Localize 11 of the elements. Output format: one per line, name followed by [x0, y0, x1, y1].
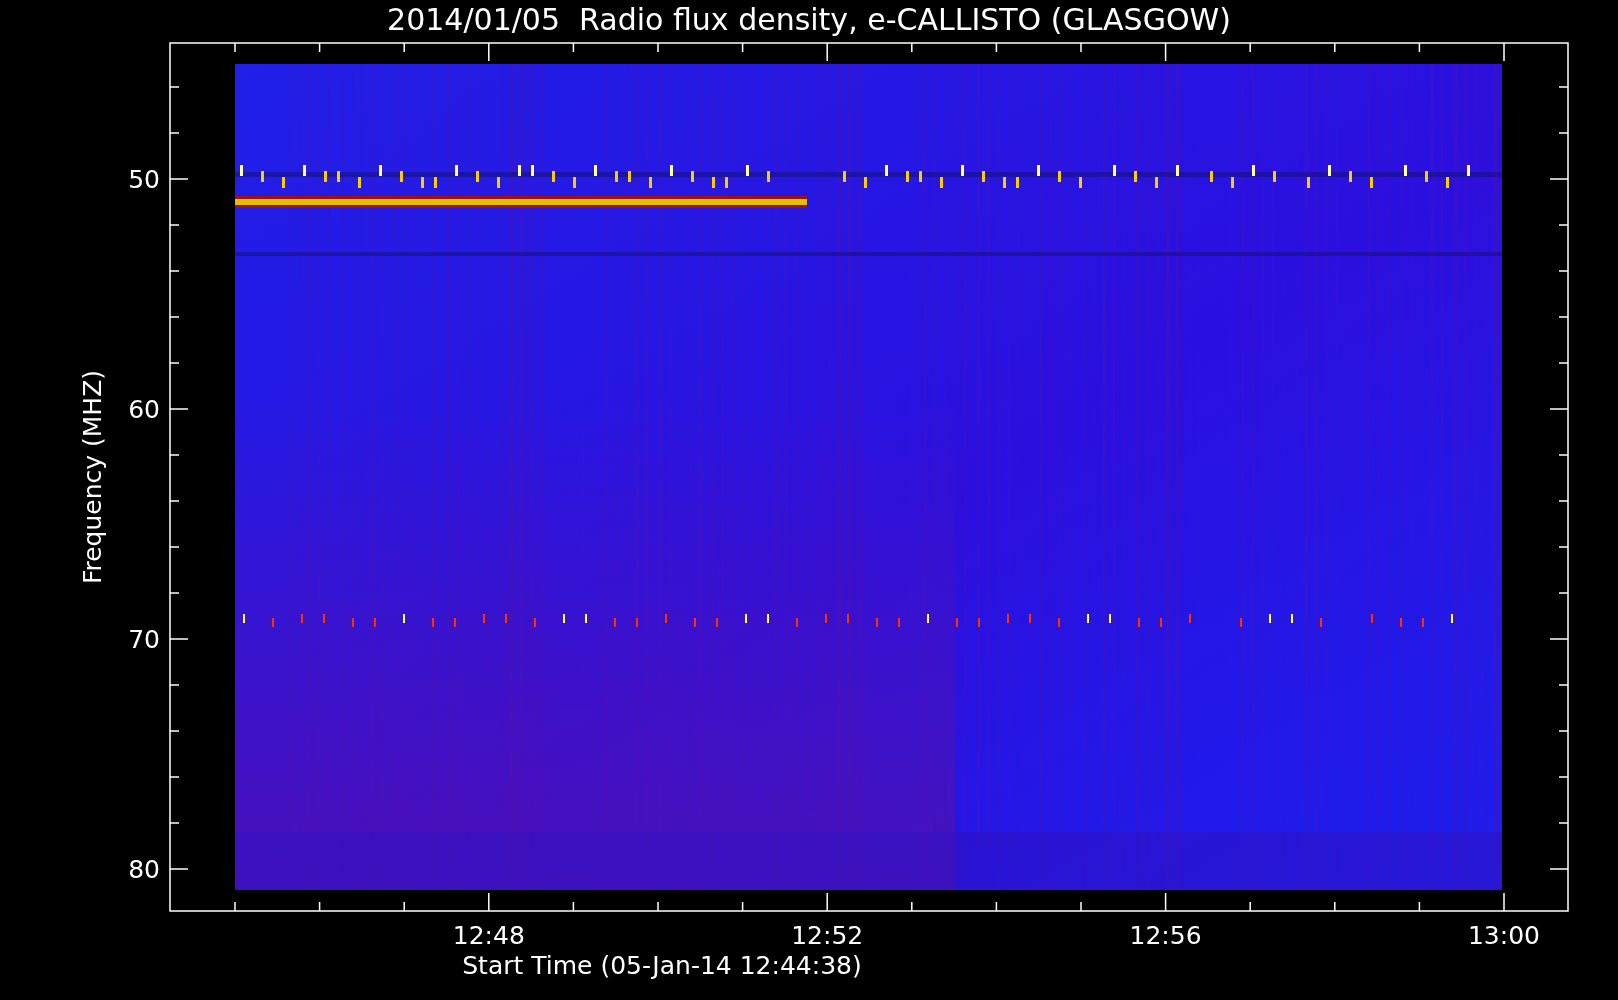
- tick-label: 12:48: [452, 921, 525, 950]
- tick-label: 70: [128, 625, 160, 654]
- axis-label: Frequency (MHZ): [78, 369, 107, 585]
- tick-label: 12:52: [791, 921, 864, 950]
- chart-title: 2014/01/05 Radio flux density, e-CALLISTO (GLASGOW): [387, 2, 1231, 37]
- tick-label: 13:00: [1468, 921, 1540, 950]
- tick-label: 80: [128, 855, 160, 884]
- tick-label: 50: [128, 165, 160, 194]
- tick-label: 12:56: [1129, 921, 1202, 950]
- axis-label: Start Time (05-Jan-14 12:44:38): [462, 951, 862, 980]
- tick-label: 60: [128, 395, 160, 424]
